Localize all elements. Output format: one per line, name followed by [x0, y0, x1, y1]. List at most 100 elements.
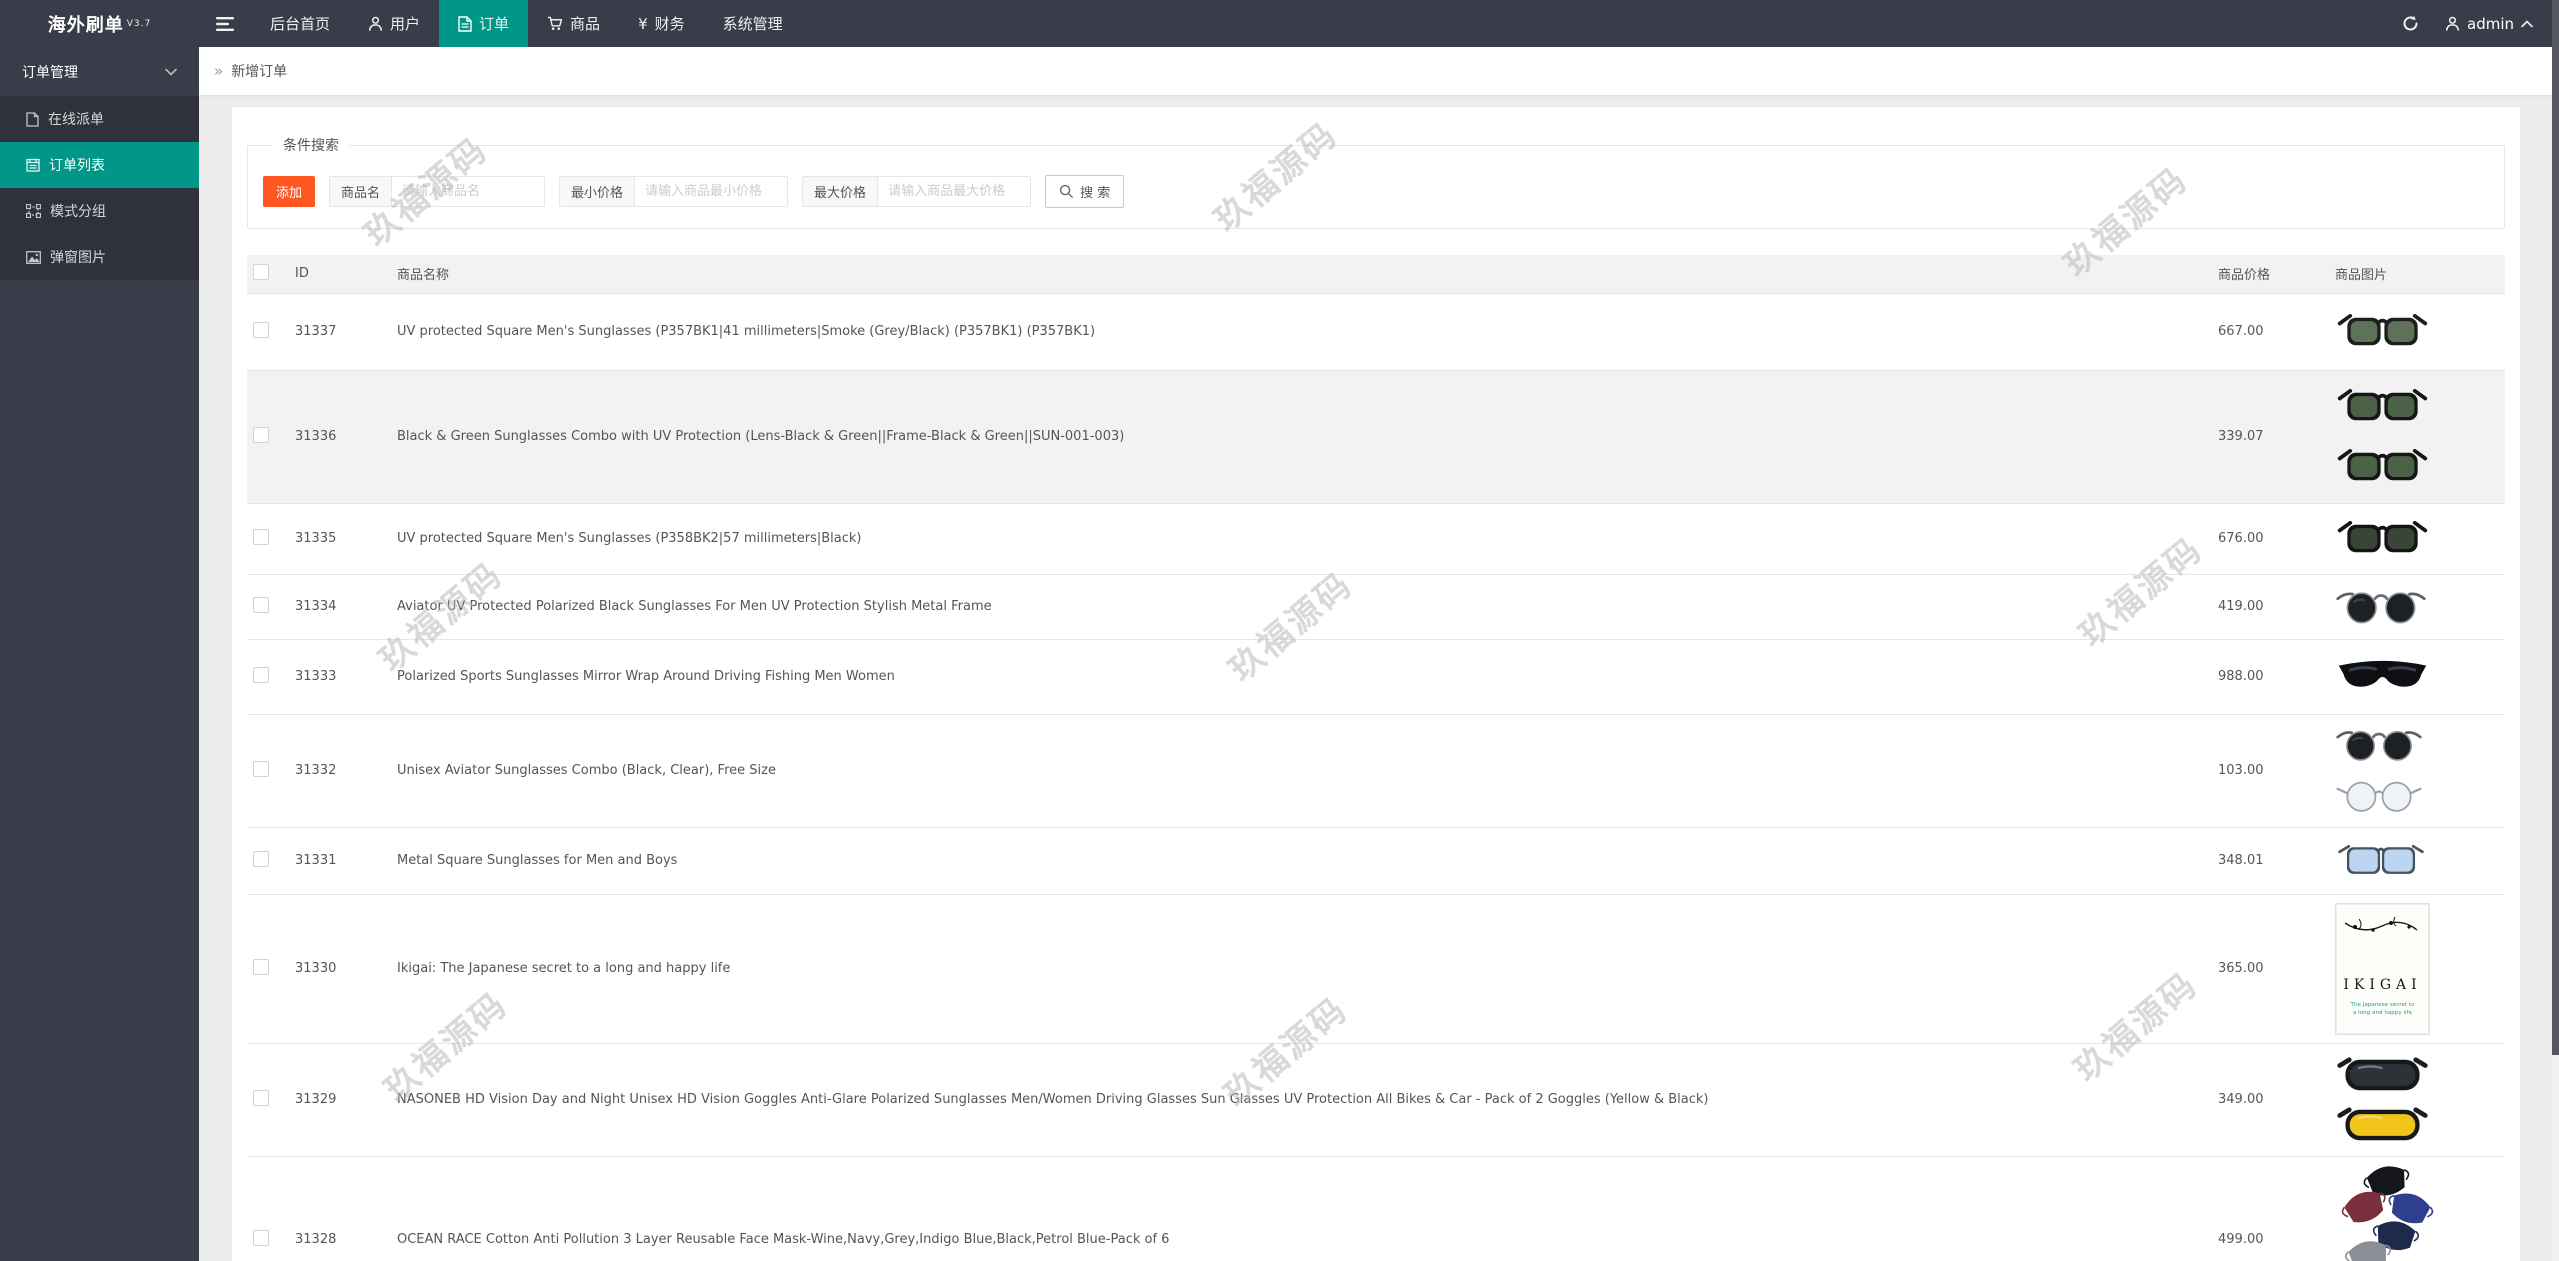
- nav-item-后台首页[interactable]: 后台首页: [251, 0, 349, 47]
- product-image: [2335, 1165, 2505, 1261]
- table-row: 31335 UV protected Square Men's Sunglass…: [247, 503, 2505, 574]
- product-name: Black & Green Sunglasses Combo with UV P…: [397, 370, 2218, 503]
- clear-glasses: [2335, 771, 2423, 819]
- scrollbar-thumb[interactable]: [2552, 0, 2559, 1055]
- product-image: [2335, 648, 2505, 706]
- ikigai-book-cover: IKIGAIThe Japanese secret toa long and h…: [2335, 903, 2430, 1035]
- select-all-checkbox[interactable]: [253, 264, 269, 280]
- row-checkbox[interactable]: [253, 597, 269, 613]
- column-header-price: 商品价格: [2218, 255, 2335, 293]
- row-checkbox[interactable]: [253, 529, 269, 545]
- sidebar-section-order-management[interactable]: 订单管理: [0, 47, 199, 96]
- breadcrumb: » 新增订单: [199, 47, 2552, 95]
- page-scrollbar[interactable]: [2552, 0, 2559, 1261]
- product-id: 31335: [285, 503, 397, 574]
- menu-toggle-icon[interactable]: [199, 0, 251, 47]
- product-id: 31337: [285, 293, 397, 370]
- product-price: 499.00: [2218, 1156, 2335, 1261]
- face-masks-pack: [2335, 1165, 2440, 1261]
- black-wayfarer-sunglasses: [2335, 302, 2430, 362]
- breadcrumb-label: 新增订单: [231, 61, 287, 81]
- sidebar-item-模式分组[interactable]: 模式分组: [0, 188, 199, 234]
- column-header-id: ID: [285, 255, 397, 293]
- yen-icon: ¥: [638, 15, 648, 33]
- field-label: 最小价格: [560, 177, 635, 206]
- product-name: UV protected Square Men's Sunglasses (P3…: [397, 293, 2218, 370]
- product-image: IKIGAIThe Japanese secret toa long and h…: [2335, 903, 2505, 1035]
- add-button[interactable]: 添加: [263, 176, 315, 207]
- row-checkbox[interactable]: [253, 1090, 269, 1106]
- column-header-name: 商品名称: [397, 255, 2218, 293]
- top-nav-menu: 后台首页 用户 订单 商品 ¥ 财务 系统管理: [251, 0, 802, 47]
- chevron-up-icon: [2521, 20, 2533, 28]
- table-row: 31329 NASONEB HD Vision Day and Night Un…: [247, 1043, 2505, 1156]
- product-name: Metal Square Sunglasses for Men and Boys: [397, 827, 2218, 894]
- sidebar: 订单管理 在线派单 订单列表 模式分组 弹窗图片: [0, 47, 199, 1261]
- table-row: 31330 Ikigai: The Japanese secret to a l…: [247, 894, 2505, 1043]
- row-checkbox[interactable]: [253, 851, 269, 867]
- black-square-sunglasses: [2335, 512, 2430, 566]
- search-button-label: 搜 索: [1080, 182, 1110, 201]
- product-price: 103.00: [2218, 714, 2335, 827]
- product-name: OCEAN RACE Cotton Anti Pollution 3 Layer…: [397, 1156, 2218, 1261]
- refresh-icon[interactable]: [2402, 15, 2419, 32]
- search-field-group: 最小价格: [559, 176, 788, 207]
- field-input[interactable]: [392, 177, 544, 206]
- table-row: 31332 Unisex Aviator Sunglasses Combo (B…: [247, 714, 2505, 827]
- search-button[interactable]: 搜 索: [1045, 175, 1124, 208]
- product-id: 31329: [285, 1043, 397, 1156]
- row-checkbox[interactable]: [253, 959, 269, 975]
- product-id: 31330: [285, 894, 397, 1043]
- product-price: 667.00: [2218, 293, 2335, 370]
- product-name: Polarized Sports Sunglasses Mirror Wrap …: [397, 639, 2218, 714]
- row-checkbox[interactable]: [253, 667, 269, 683]
- sidebar-item-订单列表[interactable]: 订单列表: [0, 142, 199, 188]
- chevron-down-icon: [165, 68, 177, 76]
- product-name: Ikigai: The Japanese secret to a long an…: [397, 894, 2218, 1043]
- field-input[interactable]: [878, 177, 1030, 206]
- product-id: 31334: [285, 574, 397, 639]
- nav-item-订单[interactable]: 订单: [439, 0, 528, 47]
- nav-item-用户[interactable]: 用户: [349, 0, 439, 47]
- nav-item-商品[interactable]: 商品: [528, 0, 619, 47]
- field-input[interactable]: [635, 177, 787, 206]
- blue-square-sunglasses: [2335, 836, 2427, 886]
- product-name: Unisex Aviator Sunglasses Combo (Black, …: [397, 714, 2218, 827]
- row-checkbox[interactable]: [253, 1230, 269, 1246]
- row-checkbox[interactable]: [253, 761, 269, 777]
- app-version: V3.7: [127, 19, 151, 29]
- group-icon: [26, 204, 41, 218]
- product-price: 419.00: [2218, 574, 2335, 639]
- product-price: 365.00: [2218, 894, 2335, 1043]
- nav-item-财务[interactable]: ¥ 财务: [619, 0, 704, 47]
- user-icon: [2445, 16, 2460, 31]
- product-image: [2335, 512, 2505, 566]
- product-image: [2335, 302, 2505, 362]
- sidebar-item-在线派单[interactable]: 在线派单: [0, 96, 199, 142]
- sidebar-section-label: 订单管理: [22, 62, 78, 82]
- product-image: [2335, 836, 2505, 886]
- document-icon: [458, 16, 472, 32]
- table-row: 31337 UV protected Square Men's Sunglass…: [247, 293, 2505, 370]
- search-icon: [1059, 184, 1074, 199]
- product-id: 31332: [285, 714, 397, 827]
- sidebar-item-弹窗图片[interactable]: 弹窗图片: [0, 234, 199, 280]
- nav-item-系统管理[interactable]: 系统管理: [704, 0, 802, 47]
- user-menu[interactable]: admin: [2445, 15, 2533, 33]
- search-field-group: 商品名: [329, 176, 545, 207]
- sport-wrap-sunglasses: [2335, 648, 2430, 706]
- black-aviator-sunglasses: [2335, 723, 2423, 767]
- row-checkbox[interactable]: [253, 427, 269, 443]
- search-controls: 添加 商品名 最小价格 最大价格 搜 索: [263, 175, 2489, 208]
- product-image: [2335, 379, 2505, 495]
- field-label: 最大价格: [803, 177, 878, 206]
- user-icon: [368, 16, 383, 31]
- search-fieldset: 条件搜索 添加 商品名 最小价格 最大价格 搜 索: [247, 135, 2505, 229]
- search-legend: 条件搜索: [273, 135, 349, 155]
- svg-text:a long and happy life: a long and happy life: [2353, 1010, 2413, 1016]
- table-header-row: ID 商品名称 商品价格 商品图片: [247, 255, 2505, 293]
- table-row: 31328 OCEAN RACE Cotton Anti Pollution 3…: [247, 1156, 2505, 1261]
- table-row: 31331 Metal Square Sunglasses for Men an…: [247, 827, 2505, 894]
- row-checkbox[interactable]: [253, 322, 269, 338]
- search-fields: 商品名 最小价格 最大价格: [329, 176, 1031, 207]
